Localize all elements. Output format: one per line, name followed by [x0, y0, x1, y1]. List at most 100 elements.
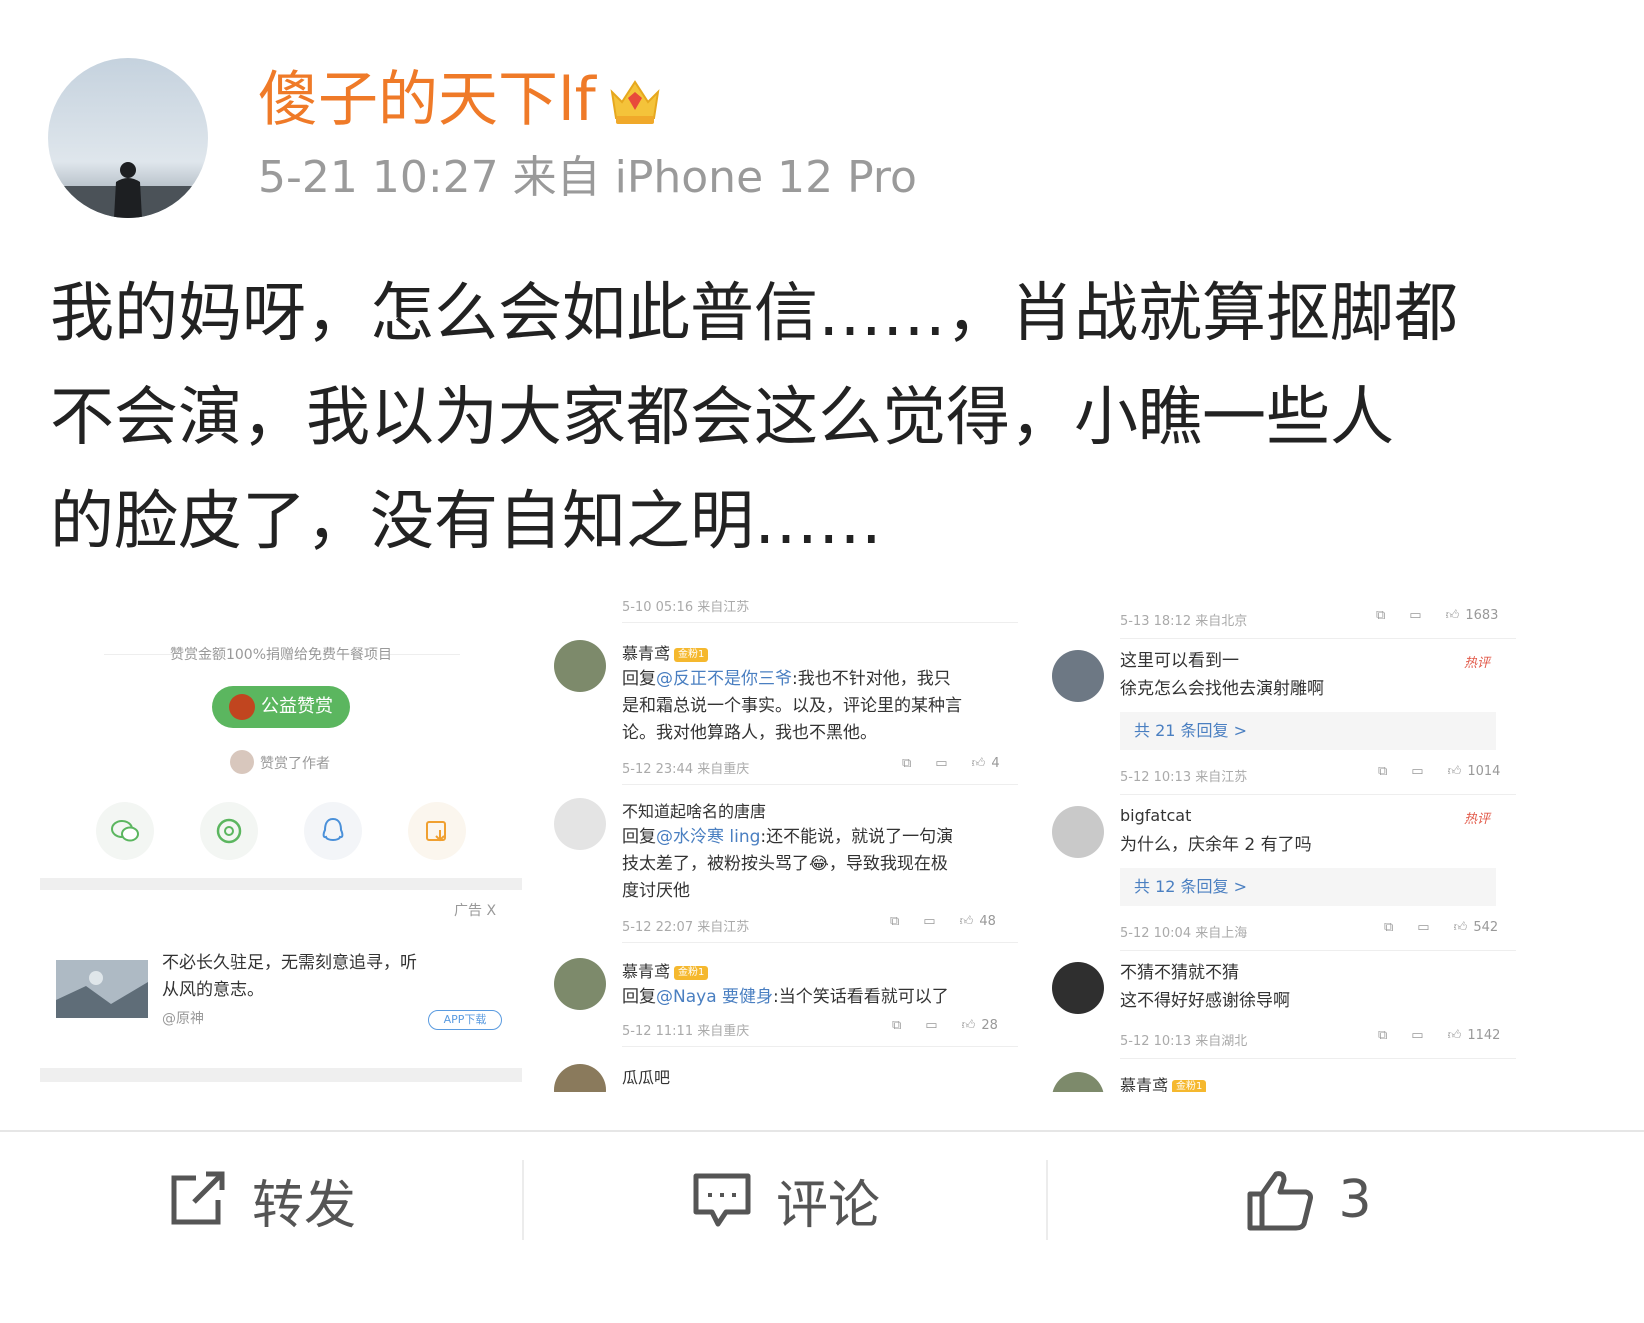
divider	[622, 1046, 1018, 1047]
commenter-name[interactable]: 瓜瓜吧	[622, 1064, 670, 1088]
like-icon	[1247, 1171, 1314, 1231]
divider	[390, 654, 460, 655]
comment-text: 回复@水泠寒 ling:还不能说，就说了一句演	[622, 824, 953, 851]
rewarder-avatar	[230, 750, 254, 774]
divider	[622, 942, 1018, 943]
commenter-name[interactable]: bigfatcat	[1120, 806, 1191, 825]
ad-source: @原神	[162, 1011, 204, 1027]
mention-link[interactable]: @反正不是你三爷	[656, 669, 792, 689]
like-count: 4	[991, 756, 1000, 771]
divider	[1120, 638, 1516, 639]
name-text: 慕青鸢	[622, 644, 671, 663]
section-divider	[40, 878, 522, 890]
commenter-avatar[interactable]	[1052, 650, 1104, 702]
like-icon[interactable]: 👍︎	[960, 914, 974, 929]
like-count: 1683	[1465, 608, 1499, 623]
repost-icon[interactable]: ⧉	[1384, 920, 1393, 935]
commenter-name[interactable]: 慕青鸢 金粉1	[622, 958, 709, 982]
repost-label: 转发	[251, 1175, 356, 1236]
username[interactable]: 傻子的天下lf	[258, 64, 596, 136]
commenter-name[interactable]: 慕青鸢 金粉1	[622, 640, 709, 664]
comment-icon[interactable]: ▭	[935, 756, 947, 771]
name-text: 慕青鸢	[622, 962, 671, 981]
comment-meta: 5-12 10:13 来自江苏	[1120, 770, 1248, 785]
app-download-button[interactable]: APP下载	[428, 1010, 502, 1030]
comment-icon[interactable]: ▭	[925, 1018, 937, 1033]
comment-line: 这里可以看到一	[1120, 651, 1239, 671]
comment-line: 论。我对他算路人，我也不黑他。	[622, 723, 877, 743]
like-icon[interactable]: 👍︎	[1454, 920, 1468, 935]
avatar[interactable]	[48, 58, 208, 218]
comment-actions: ⧉ ▭ 👍︎ 1014	[1354, 764, 1500, 779]
comment-line: :当个笑话看看就可以了	[773, 987, 949, 1007]
comment-meta: 5-12 10:13 来自湖北	[1120, 1034, 1248, 1049]
comment-line: 度讨厌他	[622, 881, 690, 901]
repost-icon[interactable]: ⧉	[1378, 764, 1387, 779]
comment-icon[interactable]: ▭	[1417, 920, 1429, 935]
reply-prefix: 回复	[622, 827, 656, 847]
repost-icon[interactable]: ⧉	[902, 756, 911, 771]
commenter-name[interactable]: 不知道起啥名的唐唐	[622, 798, 766, 822]
toolbar-divider	[0, 1130, 1644, 1132]
divider	[1120, 794, 1516, 795]
like-count: 48	[979, 914, 996, 929]
ad-close[interactable]: 广告 X	[454, 900, 496, 920]
image-panel-2[interactable]: 5-10 05:16 来自江苏 慕青鸢 金粉1 回复@反正不是你三爷:我也不针对他…	[548, 600, 1024, 1092]
fan-badge: 金粉1	[674, 647, 709, 662]
view-replies-button[interactable]: 共 21 条回复 >	[1120, 712, 1496, 750]
post-body: 我的妈呀，怎么会如此普信……，肖战就算抠脚都 不会演，我以为大家都会这么觉得，小…	[50, 262, 1510, 574]
comment-meta: 5-12 23:44 来自重庆	[622, 762, 750, 777]
comment-line: 不猜不猜就不猜	[1120, 963, 1239, 983]
like-icon[interactable]: 👍︎	[972, 756, 986, 771]
rewarded-text: 赞赏了作者	[260, 756, 330, 772]
wechat-icon[interactable]	[96, 802, 154, 860]
comment-actions: ⧉ ▭ 👍︎ 28	[868, 1018, 998, 1033]
commenter-avatar[interactable]	[554, 640, 606, 692]
qq-icon[interactable]	[304, 802, 362, 860]
comment-meta: 5-10 05:16 来自江苏	[622, 600, 750, 615]
mention-link[interactable]: @水泠寒 ling	[656, 827, 760, 847]
section-divider	[40, 1068, 522, 1082]
comment-icon[interactable]: ▭	[1409, 608, 1421, 623]
comment-meta: 5-13 18:12 来自北京	[1120, 614, 1248, 629]
like-count: 28	[981, 1018, 998, 1033]
commenter-avatar[interactable]	[554, 798, 606, 850]
commenter-avatar[interactable]	[1052, 962, 1104, 1014]
like-icon[interactable]: 👍︎	[962, 1018, 976, 1033]
repost-icon[interactable]: ⧉	[890, 914, 899, 929]
image-panel-1[interactable]: 赞赏金额100%捐赠给免费午餐项目 公益赞赏 赞赏了作者 广告 X 不必长久驻足…	[40, 600, 522, 1092]
comment-icon[interactable]: ▭	[923, 914, 935, 929]
comment-button[interactable]: 评论	[524, 1150, 1046, 1250]
comment-label: 评论	[775, 1175, 880, 1236]
moments-icon[interactable]	[200, 802, 258, 860]
like-button[interactable]: 3	[1048, 1150, 1570, 1250]
ad-image[interactable]	[56, 960, 148, 1018]
like-count: 1014	[1467, 764, 1501, 779]
comment-actions: ⧉ ▭ 👍︎ 1683	[1352, 608, 1498, 623]
commenter-name[interactable]: 慕青鸢 金粉1	[1120, 1072, 1207, 1092]
commenter-avatar[interactable]	[554, 1064, 606, 1092]
reward-button[interactable]: 公益赞赏	[212, 686, 350, 728]
mention-link[interactable]: @Naya 要健身	[656, 987, 773, 1007]
repost-icon[interactable]: ⧉	[892, 1018, 901, 1033]
commenter-avatar[interactable]	[554, 958, 606, 1010]
repost-icon[interactable]: ⧉	[1376, 608, 1385, 623]
comment-line: :还不能说，就说了一句演	[760, 827, 954, 847]
repost-icon[interactable]: ⧉	[1378, 1028, 1387, 1043]
comment-text: 回复@Naya 要健身:当个笑话看看就可以了	[622, 984, 949, 1011]
like-count: 1142	[1467, 1028, 1501, 1043]
like-icon[interactable]: 👍︎	[1448, 1028, 1462, 1043]
like-icon[interactable]: 👍︎	[1448, 764, 1462, 779]
comment-icon[interactable]: ▭	[1411, 764, 1423, 779]
image-panel-3[interactable]: 5-13 18:12 来自北京 ⧉ ▭ 👍︎ 1683 这里可以看到一 热评 徐克怎…	[1046, 600, 1520, 1092]
repost-button[interactable]: 转发	[0, 1150, 522, 1250]
ad-text: 从风的意志。	[162, 980, 264, 1000]
like-icon[interactable]: 👍︎	[1446, 608, 1460, 623]
view-replies-button[interactable]: 共 12 条回复 >	[1120, 868, 1496, 906]
commenter-avatar[interactable]	[1052, 1072, 1104, 1092]
comment-icon[interactable]: ▭	[1411, 1028, 1423, 1043]
reply-prefix: 回复	[622, 987, 656, 1007]
commenter-avatar[interactable]	[1052, 806, 1104, 858]
comment-line: 为什么，庆余年 2 有了吗	[1120, 835, 1312, 855]
save-image-icon[interactable]	[408, 802, 466, 860]
